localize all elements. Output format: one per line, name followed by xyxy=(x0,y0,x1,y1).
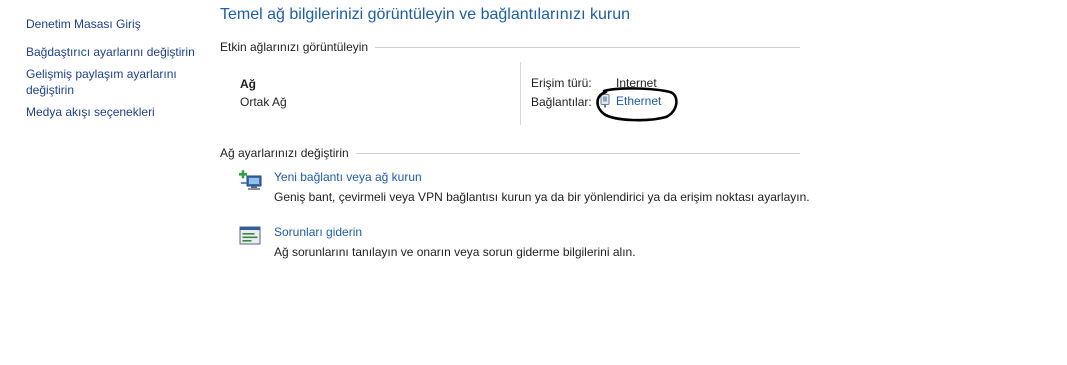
task-new-connection: Yeni bağlantı veya ağ kurun Geniş bant, … xyxy=(238,169,810,205)
active-networks-header: Etkin ağlarınızı görüntüleyin xyxy=(220,40,800,54)
access-type-value: Internet xyxy=(616,76,657,90)
new-connection-description: Geniş bant, çevirmeli veya VPN bağlantıs… xyxy=(274,190,810,204)
sidebar-item-advanced-sharing[interactable]: Gelişmiş paylaşım ayarlarını değiştirin xyxy=(26,66,186,98)
sidebar-item-adapter-settings[interactable]: Bağdaştırıcı ayarlarını değiştirin xyxy=(26,44,206,60)
task-troubleshoot-text: Sorunları giderin Ağ sorunlarını tanılay… xyxy=(274,224,636,260)
sidebar-item-control-panel-home[interactable]: Denetim Masası Giriş xyxy=(26,16,206,32)
change-settings-header: Ağ ayarlarınızı değiştirin xyxy=(220,146,800,160)
section-divider xyxy=(375,46,800,48)
sidebar: Denetim Masası Giriş Bağdaştırıcı ayarla… xyxy=(26,16,206,120)
sidebar-item-media-streaming[interactable]: Medya akışı seçenekleri xyxy=(26,104,206,120)
access-type-label: Erişim türü: xyxy=(531,76,592,90)
new-connection-icon xyxy=(239,170,262,190)
section-divider xyxy=(355,152,800,154)
troubleshoot-link[interactable]: Sorunları giderin xyxy=(274,224,636,240)
change-settings-heading: Ağ ayarlarınızı değiştirin xyxy=(220,146,349,160)
active-networks-heading: Etkin ağlarınızı görüntüleyin xyxy=(220,40,369,54)
ethernet-connection-link[interactable]: Ethernet xyxy=(599,94,661,108)
ethernet-link-label: Ethernet xyxy=(616,94,662,108)
network-type: Ortak Ağ xyxy=(240,95,287,109)
network-name: Ağ xyxy=(240,77,256,91)
task-new-connection-text: Yeni bağlantı veya ağ kurun Geniş bant, … xyxy=(274,169,810,205)
troubleshoot-description: Ağ sorunlarını tanılayın ve onarın veya … xyxy=(274,245,636,259)
vertical-divider xyxy=(520,62,521,125)
page-title: Temel ağ bilgilerinizi görüntüleyin ve b… xyxy=(220,6,630,23)
troubleshoot-icon xyxy=(239,226,261,245)
connections-label: Bağlantılar: xyxy=(531,95,592,109)
new-connection-link[interactable]: Yeni bağlantı veya ağ kurun xyxy=(274,169,810,185)
task-troubleshoot: Sorunları giderin Ağ sorunlarını tanılay… xyxy=(238,224,636,260)
ethernet-icon xyxy=(600,94,610,108)
